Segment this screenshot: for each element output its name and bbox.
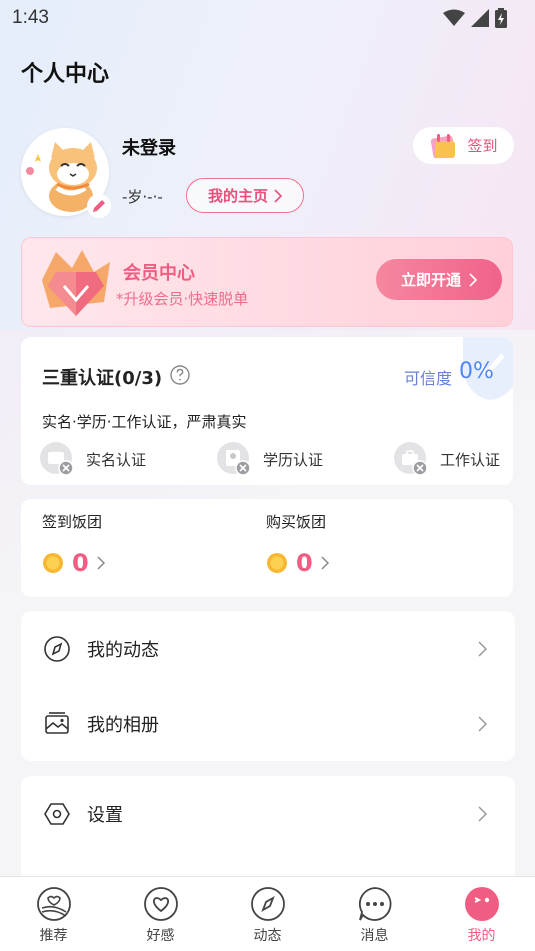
calendar-gift-icon xyxy=(431,133,456,158)
chevron-right-icon xyxy=(478,715,487,732)
verify-item-education-label: 学历认证 xyxy=(262,450,323,469)
menu-card: 我的动态 我的相册 xyxy=(21,611,515,761)
album-icon xyxy=(45,711,69,734)
verify-item-realname-label: 实名认证 xyxy=(86,450,147,469)
bottom-tab-bar: 推荐 好感 动态 消息 我的 xyxy=(0,876,535,951)
coin-icon xyxy=(267,553,287,573)
heart-icon xyxy=(143,887,178,921)
wifi-icon xyxy=(443,9,465,26)
compass-icon xyxy=(250,887,285,921)
purchased-rice-balls-value: 0 xyxy=(296,549,313,577)
verification-items: 实名认证 学历认证 工作认证 xyxy=(40,442,500,476)
signal-icon xyxy=(471,9,489,27)
menu-item-my-posts-label: 我的动态 xyxy=(87,639,159,661)
id-card-icon xyxy=(40,442,74,476)
verify-item-work[interactable]: 工作认证 xyxy=(393,442,500,476)
pencil-icon xyxy=(93,200,105,212)
recommend-icon xyxy=(36,887,71,921)
chevron-right-icon xyxy=(469,272,477,287)
compass-icon xyxy=(44,635,70,662)
my-homepage-label: 我的主页 xyxy=(207,187,268,205)
checkin-rice-balls-value: 0 xyxy=(72,549,89,577)
tab-favor[interactable]: 好感 xyxy=(107,877,214,951)
page-title: 个人中心 xyxy=(21,62,110,87)
profile-face-icon xyxy=(464,887,499,921)
briefcase-icon xyxy=(393,442,428,476)
status-bar: 1:43 xyxy=(0,0,535,36)
menu-item-my-album-label: 我的相册 xyxy=(87,714,159,736)
my-homepage-button[interactable]: 我的主页 xyxy=(186,178,304,213)
tab-messages-label: 消息 xyxy=(360,928,389,944)
purchased-rice-balls-row: 0 xyxy=(266,549,329,577)
purchased-rice-balls[interactable]: 购买饭团 0 xyxy=(266,511,329,577)
verify-item-realname[interactable]: 实名认证 xyxy=(40,442,146,476)
menu-item-settings[interactable]: 设置 xyxy=(21,776,515,851)
menu-item-my-album[interactable]: 我的相册 xyxy=(21,686,515,761)
purchased-rice-balls-label: 购买饭团 xyxy=(266,513,327,531)
settings-hexagon-icon xyxy=(44,802,70,825)
chevron-right-icon xyxy=(478,640,487,657)
chevron-right-icon xyxy=(478,805,487,822)
user-name: 未登录 xyxy=(122,138,176,159)
checkin-rice-balls-row: 0 xyxy=(42,549,105,577)
battery-icon xyxy=(495,8,507,28)
edit-avatar-button[interactable] xyxy=(87,194,111,218)
checkin-rice-balls[interactable]: 签到饭团 0 xyxy=(42,511,105,577)
message-icon xyxy=(358,887,391,921)
tab-favor-label: 好感 xyxy=(146,928,175,944)
verify-item-education[interactable]: 学历认证 xyxy=(216,442,323,476)
tab-messages[interactable]: 消息 xyxy=(321,877,428,951)
vip-subtitle: *升级会员·快速脱单 xyxy=(116,290,249,308)
user-meta: -岁·-·- xyxy=(122,188,163,206)
chevron-right-icon xyxy=(274,188,282,203)
verification-title: 三重认证(0/3) xyxy=(42,368,163,389)
checkin-button[interactable]: 签到 xyxy=(413,127,514,164)
tab-moments[interactable]: 动态 xyxy=(214,877,321,951)
help-icon[interactable] xyxy=(170,365,190,385)
chevron-right-icon xyxy=(97,556,105,570)
menu-item-settings-label: 设置 xyxy=(87,804,123,826)
tab-moments-label: 动态 xyxy=(253,928,282,944)
tab-mine[interactable]: 我的 xyxy=(428,877,535,951)
status-icons xyxy=(443,8,507,28)
checkin-label: 签到 xyxy=(467,137,498,155)
credibility-value: 0% xyxy=(459,359,494,384)
avatar[interactable] xyxy=(21,128,111,218)
verify-item-work-label: 工作认证 xyxy=(439,450,500,469)
tab-recommend[interactable]: 推荐 xyxy=(0,877,107,951)
verification-card: 三重认证(0/3) 可信度 0% 实名·学历·工作认证，严肃真实 实名认证 学历… xyxy=(21,337,513,485)
credibility-label: 可信度 xyxy=(404,369,453,388)
vip-title: 会员中心 xyxy=(123,263,195,284)
vip-open-label: 立即开通 xyxy=(400,271,461,289)
chevron-right-icon xyxy=(321,556,329,570)
settings-card: 设置 xyxy=(21,776,515,876)
coins-card: 签到饭团 0 购买饭团 0 xyxy=(21,499,513,597)
verification-description: 实名·学历·工作认证，严肃真实 xyxy=(42,413,247,431)
checkin-rice-balls-label: 签到饭团 xyxy=(42,513,103,531)
vip-diamond-icon xyxy=(42,250,110,316)
vip-open-button[interactable]: 立即开通 xyxy=(376,259,502,300)
tab-mine-label: 我的 xyxy=(467,928,496,944)
education-icon xyxy=(216,442,251,476)
status-time: 1:43 xyxy=(12,7,49,28)
menu-item-my-posts[interactable]: 我的动态 xyxy=(21,611,515,686)
vip-card[interactable]: 会员中心 *升级会员·快速脱单 立即开通 xyxy=(21,237,513,327)
tab-recommend-label: 推荐 xyxy=(39,928,68,944)
coin-icon xyxy=(43,553,63,573)
